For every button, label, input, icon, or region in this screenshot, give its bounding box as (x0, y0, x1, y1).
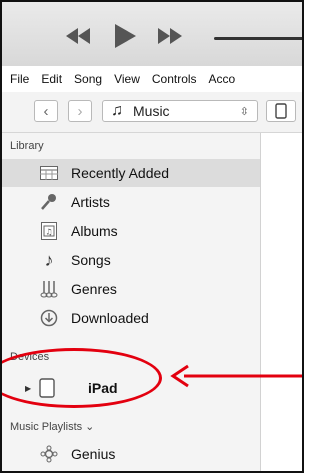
disclosure-triangle-icon[interactable]: ▶ (25, 384, 31, 393)
device-button[interactable] (266, 100, 296, 122)
menu-account[interactable]: Acco (203, 72, 242, 86)
sidebar-item-label: Downloaded (71, 310, 149, 326)
rewind-button[interactable] (64, 26, 92, 46)
fast-forward-button[interactable] (156, 26, 184, 46)
fast-forward-icon (158, 28, 182, 44)
sidebar-item-genius[interactable]: Genius (2, 440, 260, 468)
play-button[interactable] (112, 22, 138, 50)
play-icon (115, 24, 136, 48)
itunes-window: File Edit Song View Controls Acco ‹ › ♫ … (0, 0, 304, 473)
sidebar-item-songs[interactable]: ♪ Songs (2, 246, 260, 274)
menu-controls[interactable]: Controls (146, 72, 203, 86)
menu-view[interactable]: View (108, 72, 146, 86)
sidebar-item-label: iPad (88, 380, 118, 396)
genres-icon (39, 279, 59, 299)
media-kind-select[interactable]: ♫ Music ⇳ (102, 100, 258, 122)
main-content (261, 133, 302, 471)
music-note-icon: ♪ (44, 249, 54, 270)
chevron-right-icon: › (77, 102, 83, 120)
media-kind-label: Music (133, 103, 170, 119)
volume-slider[interactable] (214, 37, 302, 40)
genius-icon (39, 444, 59, 464)
menu-song[interactable]: Song (68, 72, 108, 86)
navigation-toolbar: ‹ › ♫ Music ⇳ (2, 92, 302, 133)
microphone-icon (39, 192, 59, 212)
library-heading: Library (10, 140, 44, 152)
menu-file[interactable]: File (2, 72, 35, 86)
menu-edit[interactable]: Edit (35, 72, 68, 86)
select-arrows-icon: ⇳ (239, 105, 249, 118)
sidebar-item-albums[interactable]: ♫ Albums (2, 217, 260, 245)
rewind-icon (66, 28, 90, 44)
forward-button[interactable]: › (68, 100, 92, 122)
sidebar-item-genres[interactable]: Genres (2, 275, 260, 303)
ipad-icon (275, 103, 287, 119)
ipad-icon (39, 378, 55, 401)
chevron-left-icon: ‹ (43, 102, 49, 120)
download-icon (39, 308, 59, 328)
sidebar-item-artists[interactable]: Artists (2, 188, 260, 216)
menu-bar: File Edit Song View Controls Acco (2, 66, 302, 92)
sidebar: Library Recently Added Artists ♫ Albums … (2, 133, 261, 471)
sidebar-item-label: Artists (71, 194, 110, 210)
sidebar-item-label: Albums (71, 223, 118, 239)
sidebar-item-label: Songs (71, 252, 111, 268)
music-playlists-heading[interactable]: Music Playlists ⌄ (10, 420, 94, 433)
sidebar-item-label: Recently Added (71, 165, 170, 181)
music-note-icon: ♫ (111, 102, 123, 119)
album-icon: ♫ (39, 221, 59, 241)
recently-added-icon (39, 163, 59, 183)
transport-bar (2, 2, 302, 67)
sidebar-item-ipad[interactable]: ▶ iPad (2, 373, 260, 403)
devices-heading: Devices (10, 351, 50, 363)
sidebar-item-recently-added[interactable]: Recently Added (2, 159, 260, 187)
back-button[interactable]: ‹ (34, 100, 58, 122)
svg-text:♫: ♫ (45, 228, 52, 237)
sidebar-item-downloaded[interactable]: Downloaded (2, 304, 260, 332)
sidebar-item-label: Genius (71, 446, 116, 462)
sidebar-item-label: Genres (71, 281, 117, 297)
